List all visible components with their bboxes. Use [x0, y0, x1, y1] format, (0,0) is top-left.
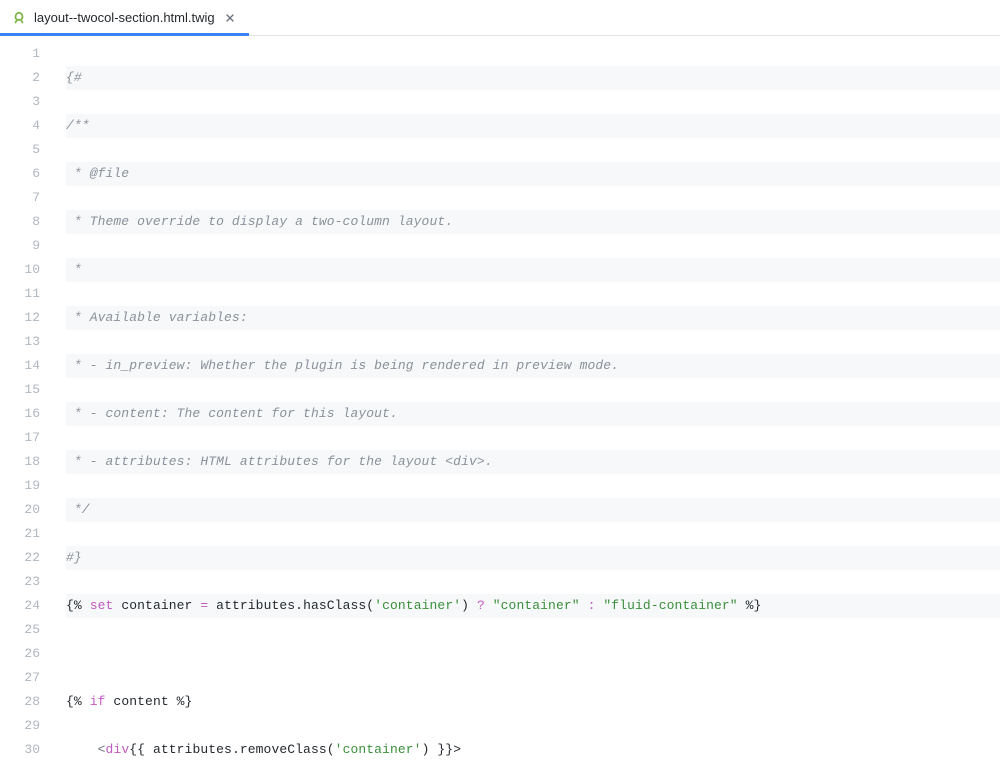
twig-icon [12, 11, 26, 25]
code-token: {# [66, 70, 82, 85]
code-content[interactable]: {# /** * @file * Theme override to displ… [58, 36, 1000, 760]
code-token: < [66, 742, 106, 757]
code-token: attributes.hasClass( [208, 598, 374, 613]
code-token: ) }}> [422, 742, 462, 757]
code-token: {% [66, 598, 90, 613]
code-token: ) [461, 598, 477, 613]
code-token: /** [66, 118, 90, 133]
code-token: * [66, 262, 82, 277]
code-token: * Theme override to display a two-column… [66, 214, 453, 229]
code-token: if [90, 694, 106, 709]
code-token: * Available variables: [66, 310, 248, 325]
code-token [485, 598, 493, 613]
code-token: 'container' [374, 598, 461, 613]
code-token: * - in_preview: Whether the plugin is be… [66, 358, 619, 373]
code-token: * - content: The content for this layout… [66, 406, 398, 421]
code-token: container [113, 598, 200, 613]
code-token: content %} [106, 694, 193, 709]
file-tab[interactable]: layout--twocol-section.html.twig [0, 0, 249, 35]
tab-bar: layout--twocol-section.html.twig [0, 0, 1000, 36]
code-token: {{ attributes.removeClass( [129, 742, 334, 757]
code-token: "container" [493, 598, 580, 613]
code-token: "fluid-container" [603, 598, 737, 613]
code-token: set [90, 598, 114, 613]
code-token: div [106, 742, 130, 757]
code-token: */ [66, 502, 90, 517]
code-token: 'container' [335, 742, 422, 757]
code-token [580, 598, 588, 613]
code-area[interactable]: 1234567891011121314151617181920212223242… [0, 36, 1000, 760]
editor-container: layout--twocol-section.html.twig 1234567… [0, 0, 1000, 760]
code-token: {% [66, 694, 90, 709]
code-token: #} [66, 550, 82, 565]
code-token: * - attributes: HTML attributes for the … [66, 454, 493, 469]
line-number-gutter: 1234567891011121314151617181920212223242… [0, 36, 58, 760]
tab-filename: layout--twocol-section.html.twig [34, 10, 215, 25]
code-token: %} [738, 598, 762, 613]
code-token: * @file [66, 166, 129, 181]
code-token: ? [477, 598, 485, 613]
close-icon[interactable] [223, 11, 237, 25]
